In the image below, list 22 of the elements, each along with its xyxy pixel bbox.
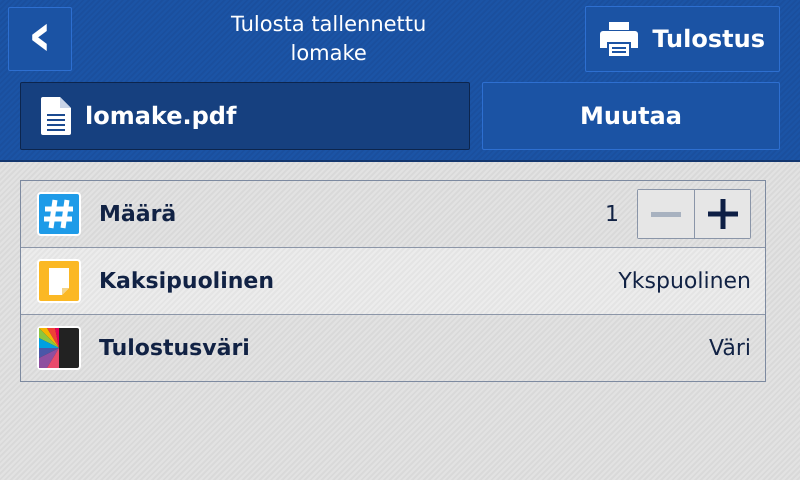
quantity-value: 1 [605,202,619,226]
setting-row[interactable]: Kaksipuolinen Ykspuolinen [21,247,765,314]
print-button[interactable]: Tulostus [585,6,780,72]
file-button[interactable]: lomake.pdf [20,82,470,150]
color-spectrum-icon [37,326,81,370]
setting-label: Tulostusväri [99,336,251,360]
setting-row[interactable]: Määrä 1 [21,181,765,247]
minus-icon [651,212,681,216]
back-button[interactable]: ‹ [8,7,72,71]
setting-row[interactable]: Tulostusväri Väri [21,314,765,381]
change-button[interactable]: Muutaa [482,82,780,150]
printer-icon [600,22,638,56]
hash-icon [37,192,81,236]
setting-label: Kaksipuolinen [99,268,276,294]
plus-icon [708,199,738,229]
page-icon [37,259,81,303]
increase-button[interactable] [694,190,750,238]
setting-value: Ykspuolinen [618,268,751,294]
screen-title: Tulosta tallennettu lomake [230,10,428,67]
document-icon [41,97,71,135]
setting-value: Väri [709,336,751,360]
setting-label: Määrä [99,202,178,226]
